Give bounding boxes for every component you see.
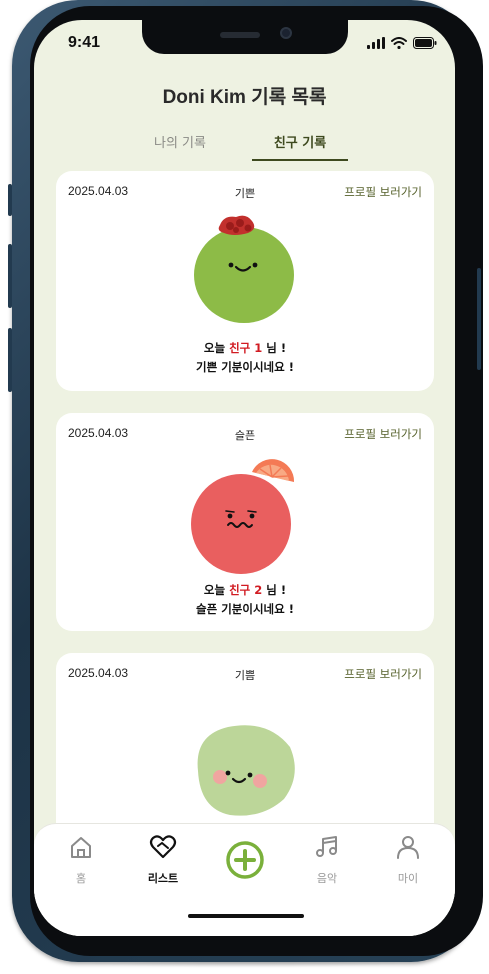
message-suffix: 님 ! (262, 583, 287, 597)
notch (142, 20, 348, 54)
tab-friend-records[interactable]: 친구 기록 (252, 132, 348, 161)
message-prefix: 오늘 (203, 583, 230, 597)
front-camera (280, 27, 292, 39)
power-button (477, 268, 481, 370)
nav-home-label: 홈 (75, 872, 87, 885)
nav-music-label: 음악 (316, 872, 338, 885)
tab-my-records[interactable]: 나의 기록 (132, 132, 228, 159)
message-prefix: 오늘 (203, 341, 230, 355)
nav-add[interactable] (210, 840, 280, 884)
red-grapefruit-character (191, 459, 295, 574)
view-profile-link[interactable]: 프로필 보러가기 (344, 666, 422, 682)
volume-up-button (8, 244, 12, 308)
message-mood-line: 슬픈 기분이시네요 ! (196, 602, 294, 616)
home-icon (71, 837, 91, 858)
message-suffix: 님 ! (262, 341, 287, 355)
message-mood-line: 기쁜 기분이시네요 ! (196, 360, 294, 374)
home-indicator[interactable] (188, 914, 304, 918)
view-profile-link[interactable]: 프로필 보러가기 (344, 426, 422, 442)
green-apple-character (194, 215, 294, 323)
record-message: 오늘 친구 2 님 ! 슬픈 기분이시네요 ! (56, 581, 434, 619)
nav-music[interactable]: 음악 (292, 834, 362, 886)
battery-icon (413, 37, 437, 49)
signal-icon (367, 37, 385, 49)
nav-list[interactable]: 리스트 (128, 834, 198, 886)
volume-down-button (8, 328, 12, 392)
view-profile-link[interactable]: 프로필 보러가기 (344, 184, 422, 200)
bottom-nav: 홈 리스트 음악 마이 (34, 823, 455, 936)
status-time: 9:41 (68, 34, 101, 51)
heart-list-icon (149, 835, 177, 859)
wifi-icon (391, 37, 407, 49)
nav-my[interactable]: 마이 (373, 834, 443, 886)
person-icon (397, 836, 419, 859)
status-icons (367, 36, 437, 50)
record-message: 오늘 친구 1 님 ! 기쁜 기분이시네요 ! (56, 339, 434, 377)
friend-name: 친구 2 (229, 583, 263, 597)
nav-home[interactable]: 홈 (46, 834, 116, 886)
music-icon (316, 836, 337, 857)
mute-switch (8, 184, 12, 216)
speaker-grille (220, 32, 260, 38)
add-icon (226, 841, 264, 879)
nav-my-label: 마이 (397, 872, 419, 885)
record-card: 2025.04.03 슬픈 프로필 보러가기 오늘 친구 2 님 ! 슬픈 기분… (56, 413, 434, 631)
record-card: 2025.04.03 기쁜 프로필 보러가기 오늘 친구 1 님 ! 기쁜 기분… (56, 171, 434, 391)
app-screen: 9:41 Doni Kim 기록 목록 나의 기록 친구 기록 2025.04.… (34, 20, 455, 936)
light-green-character (197, 725, 295, 816)
page-title: Doni Kim 기록 목록 (162, 87, 327, 108)
friend-name: 친구 1 (229, 341, 263, 355)
nav-list-label: 리스트 (147, 872, 179, 885)
